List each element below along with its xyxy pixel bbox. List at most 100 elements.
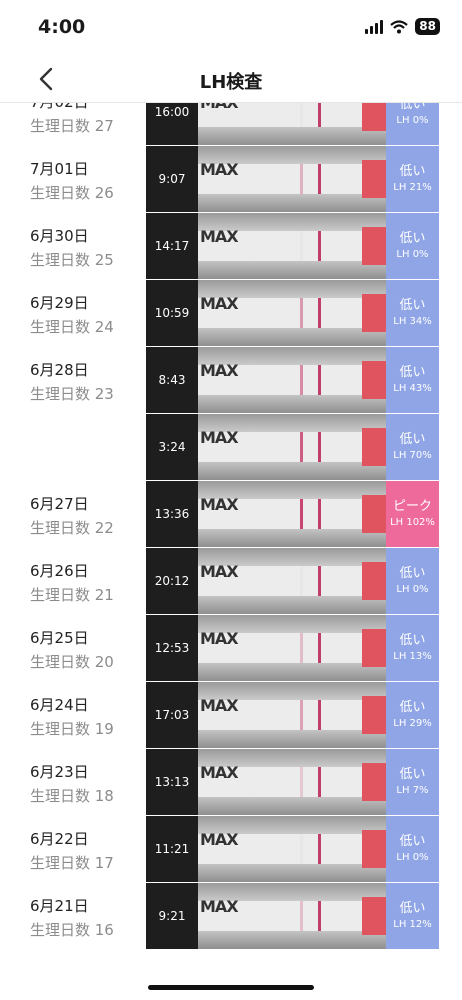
test-line <box>300 566 303 596</box>
entry-cycle-day: 生理日数 16 <box>30 921 114 939</box>
entry-cycle-day: 生理日数 19 <box>30 720 114 738</box>
status-bar: 4:00 88 <box>0 0 462 56</box>
entry-time: 3:24 <box>158 440 186 454</box>
strip-max-label: MAX <box>200 495 239 514</box>
test-line <box>300 834 303 864</box>
lh-level-badge[interactable]: 低い LH 13% <box>386 615 439 681</box>
lh-level-text: 低い <box>399 298 426 313</box>
entry-cycle-day: 生理日数 23 <box>30 385 114 403</box>
strip-max-label: MAX <box>200 428 239 447</box>
entry-date: 6月28日 <box>30 361 89 379</box>
strip-max-label: MAX <box>200 294 239 313</box>
test-strip-photo[interactable]: 13:13 MAX <box>146 749 387 815</box>
strip-max-label: MAX <box>200 629 239 648</box>
test-strip-photo[interactable]: 8:43 MAX <box>146 347 387 413</box>
list-item[interactable]: 6月21日生理日数 16 9:21 MAX 低い LH 12% <box>0 883 462 950</box>
test-line <box>300 700 303 730</box>
list-item[interactable]: 7月01日 生理日数 26 9:07 MAX 低い LH 21% <box>0 146 462 213</box>
test-strip-photo[interactable]: 13:36 MAX <box>146 481 387 547</box>
strip-lh-label <box>362 495 386 533</box>
test-strip-photo[interactable]: 14:17 MAX <box>146 213 387 279</box>
control-line <box>318 103 321 127</box>
lh-percent: LH 13% <box>393 651 432 662</box>
entry-cycle-day: 生理日数 26 <box>30 184 114 202</box>
test-strip-photo[interactable]: 3:24 MAX <box>146 414 387 480</box>
strip-max-label: MAX <box>200 763 239 782</box>
status-time: 4:00 <box>38 16 86 38</box>
test-strip-photo[interactable]: 9:21 MAX <box>146 883 387 949</box>
control-line <box>318 834 321 864</box>
list-item[interactable]: 6月27日 生理日数 22 13:36 MAX ピーク LH 102% <box>0 481 462 548</box>
lh-level-badge[interactable]: 低い LH 43% <box>386 347 439 413</box>
entry-date: 6月30日 <box>30 227 89 245</box>
strip-max-label: MAX <box>200 897 239 916</box>
list-item[interactable]: 6月26日 生理日数 21 20:12 MAX 低い LH 0% <box>0 548 462 615</box>
list-item[interactable]: 6月29日 生理日数 24 10:59 MAX 低い LH 34% <box>0 280 462 347</box>
strip-lh-label <box>362 428 386 466</box>
list-item[interactable]: 6月30日生理日数 25 14:17 MAX 低い LH 0% <box>0 213 462 280</box>
test-line <box>300 365 303 395</box>
lh-level-text: 低い <box>399 566 426 581</box>
list-item[interactable]: 7月02日 生理日数 27 16:00 MAX 低い LH 0% <box>0 102 462 146</box>
nav-bar: LH検査 <box>0 56 462 102</box>
lh-level-text: 低い <box>399 700 426 715</box>
lh-test-list[interactable]: 7月02日 生理日数 27 16:00 MAX 低い LH 0% 7月01日 生理日数 26 9… <box>0 102 462 963</box>
lh-level-badge[interactable]: 低い LH 0% <box>386 548 439 614</box>
entry-cycle-day: 生理日数 17 <box>30 854 114 872</box>
lh-level-text: 低い <box>399 834 426 849</box>
lh-level-badge[interactable]: 低い LH 0% <box>386 213 439 279</box>
entry-cycle-day: 生理日数 25 <box>30 251 114 269</box>
entry-time: 20:12 <box>154 574 190 588</box>
lh-level-badge[interactable]: 低い LH 0% <box>386 816 439 882</box>
lh-level-badge[interactable]: 低い LH 29% <box>386 682 439 748</box>
entry-date: 6月27日 <box>30 495 89 513</box>
strip-max-label: MAX <box>200 830 239 849</box>
lh-level-badge[interactable]: 低い LH 70% <box>386 414 439 480</box>
entry-time: 14:17 <box>154 239 190 253</box>
strip-lh-label <box>362 897 386 935</box>
lh-level-badge[interactable]: 低い LH 34% <box>386 280 439 346</box>
control-line <box>318 566 321 596</box>
strip-lh-label <box>362 103 386 131</box>
list-item[interactable]: 6月22日 生理日数 17 11:21 MAX 低い LH 0% <box>0 816 462 883</box>
control-line <box>318 365 321 395</box>
lh-level-text: 低い <box>399 633 426 648</box>
list-item[interactable]: 6月28日生理日数 23 8:43 MAX 低い LH 43% <box>0 347 462 414</box>
test-strip-photo[interactable]: 17:03 MAX <box>146 682 387 748</box>
lh-level-badge[interactable]: 低い LH 7% <box>386 749 439 815</box>
lh-percent: LH 7% <box>396 785 429 796</box>
entry-date: 6月21日 <box>30 897 89 915</box>
strip-lh-label <box>362 562 386 600</box>
entry-cycle-day: 生理日数 24 <box>30 318 114 336</box>
cellular-signal-icon <box>365 19 384 34</box>
test-strip-photo[interactable]: 9:07 MAX <box>146 146 387 212</box>
lh-level-text: 低い <box>399 102 426 112</box>
home-indicator[interactable] <box>148 985 314 990</box>
strip-max-label: MAX <box>200 227 239 246</box>
lh-percent: LH 21% <box>393 182 432 193</box>
strip-max-label: MAX <box>200 160 239 179</box>
list-item[interactable]: 6月25日 生理日数 20 12:53 MAX 低い LH 13% <box>0 615 462 682</box>
entry-date: 6月23日 <box>30 763 89 781</box>
lh-level-text: 低い <box>399 231 426 246</box>
lh-level-badge[interactable]: 低い LH 0% <box>386 102 439 145</box>
lh-level-badge[interactable]: 低い LH 12% <box>386 883 439 949</box>
strip-max-label: MAX <box>200 361 239 380</box>
lh-level-text: 低い <box>399 365 426 380</box>
list-item[interactable]: 6月23日 生理日数 18 13:13 MAX 低い LH 7% <box>0 749 462 816</box>
test-strip-photo[interactable]: 10:59 MAX <box>146 280 387 346</box>
test-line <box>300 432 303 462</box>
list-item[interactable]: 3:24 MAX 低い LH 70% <box>0 414 462 481</box>
list-item[interactable]: 6月24日 生理日数 19 17:03 MAX 低い LH 29% <box>0 682 462 749</box>
test-strip-photo[interactable]: 11:21 MAX <box>146 816 387 882</box>
entry-time: 16:00 <box>154 105 190 119</box>
lh-level-badge[interactable]: ピーク LH 102% <box>386 481 439 547</box>
lh-level-badge[interactable]: 低い LH 21% <box>386 146 439 212</box>
lh-percent: LH 0% <box>396 852 429 863</box>
test-strip-photo[interactable]: 20:12 MAX <box>146 548 387 614</box>
lh-percent: LH 12% <box>393 919 432 930</box>
test-strip-photo[interactable]: 16:00 MAX <box>146 103 387 145</box>
lh-percent: LH 29% <box>393 718 432 729</box>
strip-lh-label <box>362 830 386 868</box>
test-strip-photo[interactable]: 12:53 MAX <box>146 615 387 681</box>
